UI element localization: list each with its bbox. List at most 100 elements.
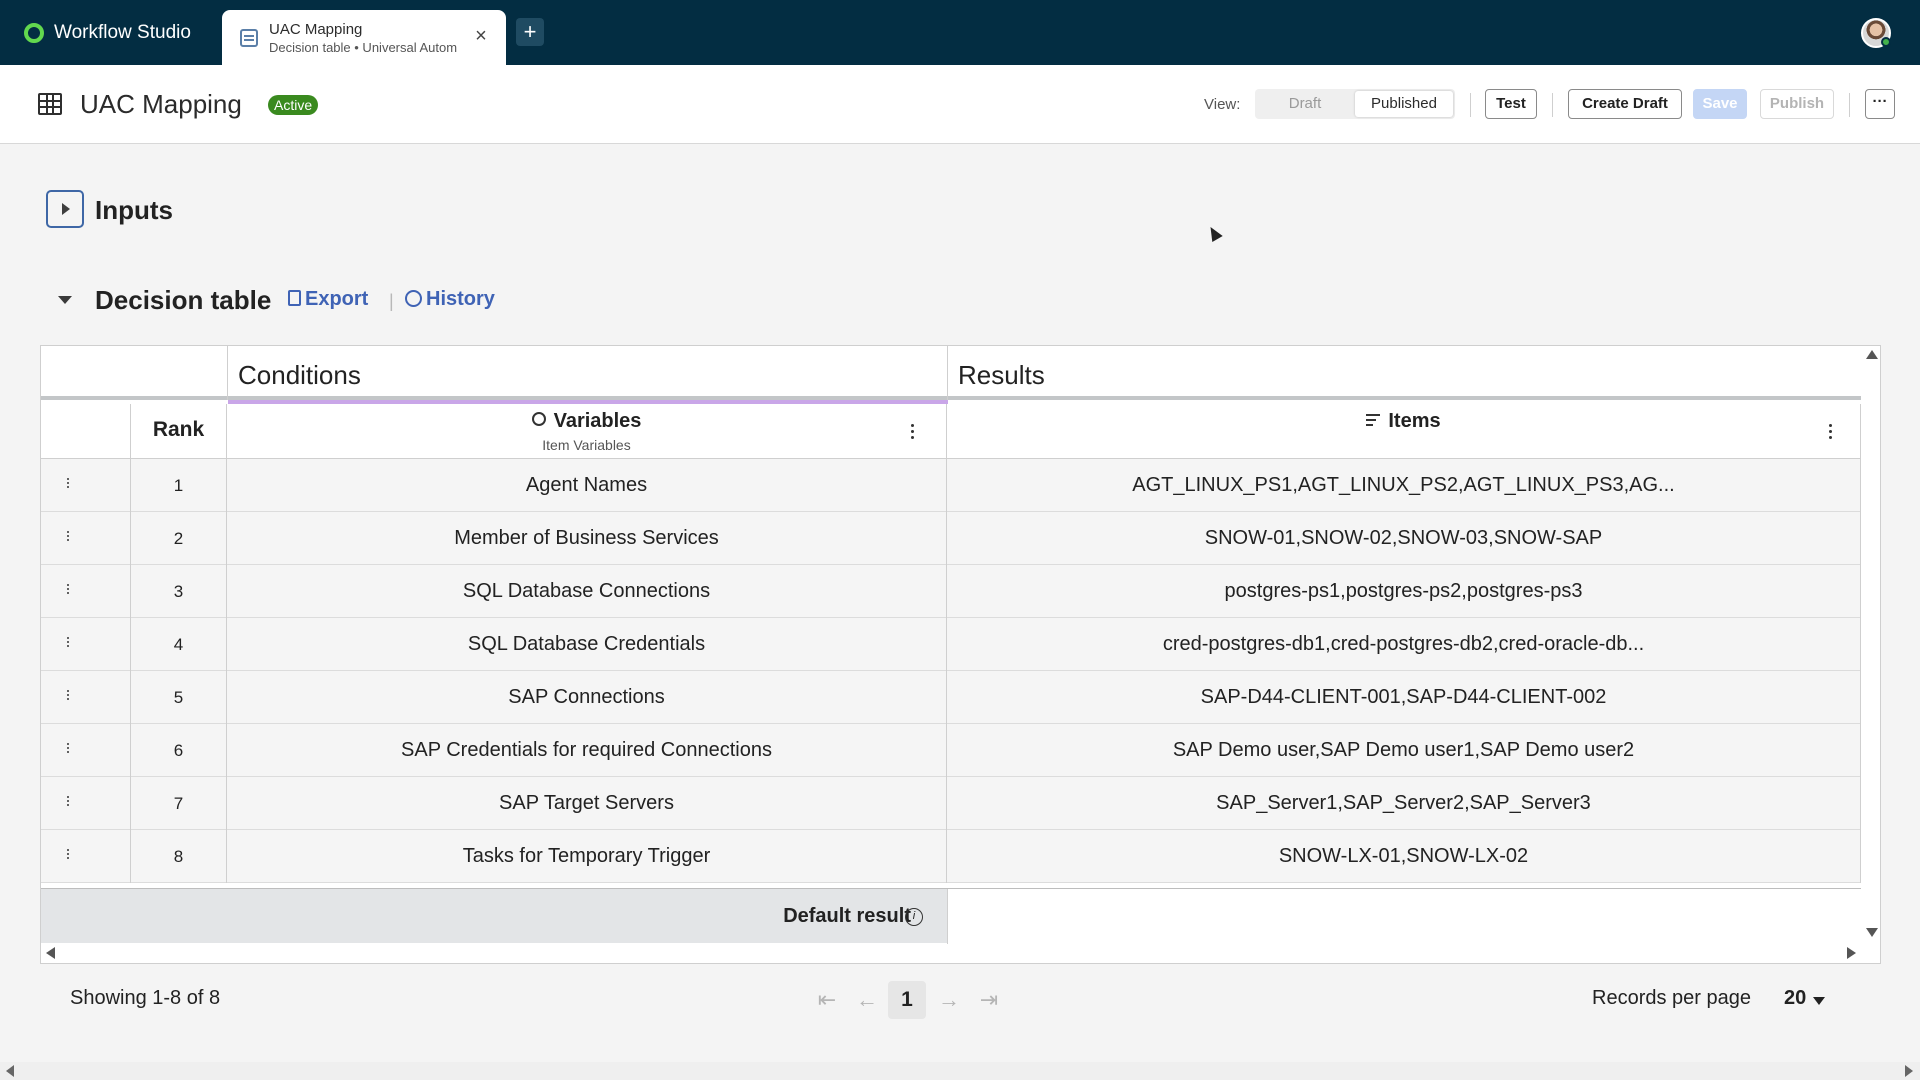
- items-cell[interactable]: SNOW-01,SNOW-02,SNOW-03,SNOW-SAP: [947, 512, 1861, 565]
- page-horizontal-scrollbar[interactable]: [0, 1062, 1920, 1080]
- page-header: UAC Mapping Active View: Draft Published…: [0, 65, 1920, 144]
- export-link[interactable]: Export: [288, 288, 368, 311]
- records-per-page-select[interactable]: 20: [1784, 987, 1806, 1010]
- table-row[interactable]: 3 SQL Database Connections postgres-ps1,…: [41, 565, 1861, 618]
- default-result-row: Default result i: [41, 888, 1861, 944]
- table-row[interactable]: 6 SAP Credentials for required Connectio…: [41, 724, 1861, 777]
- scroll-left-arrow-icon[interactable]: [46, 947, 55, 959]
- variable-cell[interactable]: Agent Names: [227, 459, 947, 512]
- row-handle-cell: [41, 512, 131, 565]
- link-separator: |: [389, 291, 394, 311]
- column-group-row: Conditions Results: [41, 346, 1861, 404]
- inputs-expand-button[interactable]: [46, 190, 84, 228]
- row-handle-cell: [41, 618, 131, 671]
- rank-column-header[interactable]: Rank: [131, 404, 227, 459]
- table-row[interactable]: 7 SAP Target Servers SAP_Server1,SAP_Ser…: [41, 777, 1861, 830]
- history-link[interactable]: History: [405, 288, 495, 311]
- variable-cell[interactable]: SAP Credentials for required Connections: [227, 724, 947, 777]
- rank-cell: 8: [131, 830, 227, 883]
- default-result-label: Default result: [541, 889, 941, 944]
- inputs-title: Inputs: [95, 195, 173, 225]
- tab-title: UAC Mapping: [269, 21, 363, 38]
- row-handle-cell: [41, 565, 131, 618]
- condition-icon: [531, 412, 546, 426]
- records-per-page-label: Records per page: [1592, 987, 1751, 1009]
- variable-cell[interactable]: Tasks for Temporary Trigger: [227, 830, 947, 883]
- page-scroll-left-icon[interactable]: [6, 1065, 14, 1077]
- online-status-icon: [1881, 37, 1891, 47]
- table-icon: [38, 93, 62, 115]
- items-title: Items: [1388, 410, 1441, 432]
- scroll-up-arrow-icon[interactable]: [1866, 350, 1878, 359]
- variables-header-title: Variables: [227, 410, 946, 433]
- rank-cell: 2: [131, 512, 227, 565]
- items-column-menu-icon[interactable]: [1827, 422, 1833, 442]
- table-row[interactable]: 2 Member of Business Services SNOW-01,SN…: [41, 512, 1861, 565]
- variable-cell[interactable]: SAP Connections: [227, 671, 947, 724]
- handle-column-header: [41, 404, 131, 459]
- create-draft-button[interactable]: Create Draft: [1568, 89, 1682, 119]
- items-cell[interactable]: SAP Demo user,SAP Demo user1,SAP Demo us…: [947, 724, 1861, 777]
- view-published-option[interactable]: Published: [1355, 91, 1453, 117]
- decision-table-icon: [240, 29, 258, 47]
- table-row[interactable]: 5 SAP Connections SAP-D44-CLIENT-001,SAP…: [41, 671, 1861, 724]
- test-button[interactable]: Test: [1485, 89, 1537, 119]
- previous-page-button[interactable]: ←: [852, 983, 882, 1017]
- result-icon: [1366, 414, 1381, 426]
- rank-cell: 7: [131, 777, 227, 830]
- rank-cell: 1: [131, 459, 227, 512]
- view-label: View:: [1204, 96, 1241, 113]
- current-page-button[interactable]: 1: [888, 981, 926, 1019]
- variable-cell[interactable]: SQL Database Connections: [227, 565, 947, 618]
- tab-uac-mapping[interactable]: UAC Mapping Decision table • Universal A…: [222, 10, 506, 65]
- table-row[interactable]: 1 Agent Names AGT_LINUX_PS1,AGT_LINUX_PS…: [41, 459, 1861, 512]
- export-icon: [288, 290, 301, 306]
- divider: [1552, 93, 1553, 117]
- items-column-header[interactable]: Items: [947, 404, 1861, 459]
- page-title: UAC Mapping: [80, 89, 242, 119]
- items-cell[interactable]: postgres-ps1,postgres-ps2,postgres-ps3: [947, 565, 1861, 618]
- variables-column-header[interactable]: Variables Item Variables: [227, 404, 947, 459]
- table-row[interactable]: 4 SQL Database Credentials cred-postgres…: [41, 618, 1861, 671]
- items-cell[interactable]: SNOW-LX-01,SNOW-LX-02: [947, 830, 1861, 883]
- view-draft-option[interactable]: Draft: [1255, 89, 1355, 119]
- results-group: Results: [947, 346, 1861, 400]
- conditions-group: Conditions: [227, 346, 948, 404]
- variable-cell[interactable]: SAP Target Servers: [227, 777, 947, 830]
- more-options-button[interactable]: ···: [1865, 89, 1895, 119]
- default-result-cell[interactable]: [947, 889, 1861, 944]
- first-page-button[interactable]: ⇤: [812, 983, 842, 1017]
- save-button[interactable]: Save: [1693, 89, 1747, 119]
- scroll-right-arrow-icon[interactable]: [1847, 947, 1856, 959]
- page-scroll-right-icon[interactable]: [1905, 1065, 1913, 1077]
- divider: [1470, 93, 1471, 117]
- tab-subtitle: Decision table • Universal Autom: [269, 40, 458, 55]
- chevron-down-icon[interactable]: [1813, 997, 1825, 1005]
- variable-cell[interactable]: Member of Business Services: [227, 512, 947, 565]
- table-row[interactable]: 8 Tasks for Temporary Trigger SNOW-LX-01…: [41, 830, 1861, 883]
- next-page-button[interactable]: →: [934, 983, 964, 1017]
- row-handle-cell: [41, 777, 131, 830]
- app-brand[interactable]: Workflow Studio: [24, 0, 191, 65]
- info-icon[interactable]: i: [905, 908, 923, 926]
- items-cell[interactable]: SAP-D44-CLIENT-001,SAP-D44-CLIENT-002: [947, 671, 1861, 724]
- variable-cell[interactable]: SQL Database Credentials: [227, 618, 947, 671]
- app-name: Workflow Studio: [54, 21, 191, 43]
- scroll-down-arrow-icon[interactable]: [1866, 928, 1878, 937]
- last-page-button[interactable]: ⇥: [974, 983, 1004, 1017]
- items-cell[interactable]: AGT_LINUX_PS1,AGT_LINUX_PS2,AGT_LINUX_PS…: [947, 459, 1861, 512]
- row-handle-cell: [41, 459, 131, 512]
- items-cell[interactable]: SAP_Server1,SAP_Server2,SAP_Server3: [947, 777, 1861, 830]
- publish-button[interactable]: Publish: [1760, 89, 1834, 119]
- new-tab-button[interactable]: +: [516, 18, 544, 46]
- default-result-text: Default result: [783, 905, 911, 927]
- view-toggle: Draft Published: [1255, 89, 1455, 119]
- history-label: History: [426, 288, 495, 310]
- close-icon[interactable]: ×: [471, 26, 491, 46]
- decision-table: Conditions Results Rank Variables Item V…: [40, 345, 1881, 964]
- variables-column-menu-icon[interactable]: [909, 422, 915, 442]
- collapse-caret-icon[interactable]: [58, 296, 72, 304]
- conditions-label: Conditions: [238, 360, 361, 390]
- items-cell[interactable]: cred-postgres-db1,cred-postgres-db2,cred…: [947, 618, 1861, 671]
- export-label: Export: [305, 288, 369, 310]
